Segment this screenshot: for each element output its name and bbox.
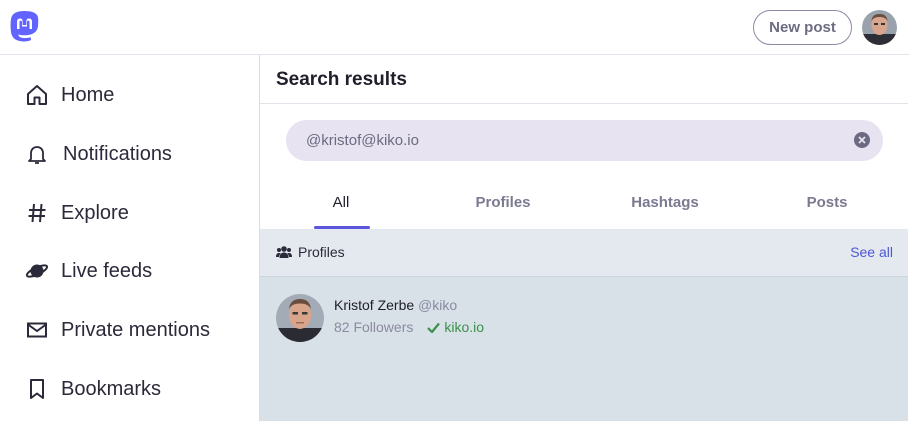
tab-posts[interactable]: Posts bbox=[746, 179, 908, 229]
bell-icon bbox=[24, 141, 50, 167]
main-column: Search results All Profiles Hashtags Pos… bbox=[259, 55, 908, 421]
sidebar-item-label: Explore bbox=[61, 201, 129, 224]
list-item[interactable]: Kristof Zerbe @kiko 82 Followers kiko.io bbox=[260, 277, 908, 353]
profile-display-name[interactable]: Kristof Zerbe bbox=[334, 297, 414, 313]
sidebar-item-label: Live feeds bbox=[61, 259, 153, 282]
sidebar-item-private-mentions[interactable]: Private mentions bbox=[24, 315, 210, 345]
verified-domain: kiko.io bbox=[444, 319, 485, 335]
tab-profiles[interactable]: Profiles bbox=[422, 179, 584, 229]
user-avatar[interactable] bbox=[862, 10, 897, 45]
users-icon bbox=[276, 245, 292, 264]
followers-count: 82 Followers bbox=[334, 319, 414, 335]
search-tabs: All Profiles Hashtags Posts bbox=[260, 179, 908, 229]
bookmark-icon bbox=[24, 376, 50, 402]
see-all-link[interactable]: See all bbox=[850, 244, 893, 260]
profile-name-line: Kristof Zerbe @kiko bbox=[334, 297, 457, 313]
search-input[interactable] bbox=[306, 120, 846, 161]
sidebar-item-label: Private mentions bbox=[61, 318, 210, 341]
planet-icon bbox=[24, 258, 50, 284]
sidebar-item-home[interactable]: Home bbox=[24, 80, 114, 110]
checkmark-icon bbox=[427, 322, 441, 333]
profiles-section-header: Profiles See all bbox=[260, 229, 908, 277]
envelope-icon bbox=[24, 317, 50, 343]
hashtag-icon bbox=[24, 200, 50, 226]
top-bar: New post bbox=[0, 0, 910, 55]
results-list: Kristof Zerbe @kiko 82 Followers kiko.io bbox=[260, 277, 908, 421]
avatar[interactable] bbox=[276, 294, 324, 342]
sidebar-item-label: Home bbox=[61, 83, 115, 106]
sidebar-item-explore[interactable]: Explore bbox=[24, 198, 129, 228]
page-title: Search results bbox=[276, 69, 407, 90]
divider bbox=[260, 103, 908, 104]
section-title: Profiles bbox=[298, 244, 345, 260]
tab-hashtags[interactable]: Hashtags bbox=[584, 179, 746, 229]
sidebar-nav: Home Notifications Explore Live feeds Pr… bbox=[0, 55, 259, 421]
sidebar-item-label: Bookmarks bbox=[61, 377, 162, 400]
new-post-button[interactable]: New post bbox=[753, 10, 852, 45]
profile-meta: 82 Followers kiko.io bbox=[334, 319, 484, 335]
tab-all[interactable]: All bbox=[260, 179, 422, 229]
sidebar-item-label: Notifications bbox=[63, 142, 172, 165]
profile-handle: @kiko bbox=[418, 297, 458, 313]
sidebar-item-live-feeds[interactable]: Live feeds bbox=[24, 256, 152, 286]
search-box[interactable] bbox=[286, 120, 883, 161]
clear-search-icon[interactable] bbox=[854, 132, 870, 148]
mastodon-logo-icon[interactable] bbox=[9, 10, 40, 44]
sidebar-item-notifications[interactable]: Notifications bbox=[24, 139, 172, 169]
home-icon bbox=[24, 82, 50, 108]
verified-link[interactable]: kiko.io bbox=[427, 319, 484, 335]
sidebar-item-bookmarks[interactable]: Bookmarks bbox=[24, 374, 161, 404]
